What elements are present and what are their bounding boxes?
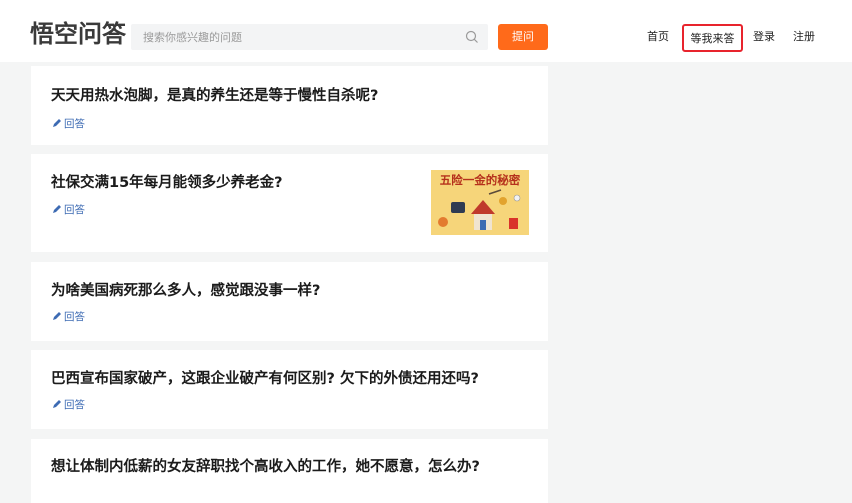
nav-wait-answer[interactable]: 等我来答 (682, 24, 743, 52)
answer-link[interactable]: 回答 (52, 310, 85, 324)
search-box[interactable] (131, 24, 488, 50)
pencil-icon (53, 205, 61, 213)
answer-label: 回答 (64, 311, 85, 323)
question-card: 天天用热水泡脚，是真的养生还是等于慢性自杀呢? 回答 (31, 66, 548, 145)
thumbnail-illustration (438, 189, 521, 230)
question-card: 为啥美国病死那么多人，感觉跟没事一样? 回答 (31, 262, 548, 341)
answer-link[interactable]: 回答 (52, 203, 85, 217)
pencil-icon (53, 400, 61, 408)
pencil-icon (53, 312, 61, 320)
answer-label: 回答 (64, 204, 85, 216)
question-title[interactable]: 天天用热水泡脚，是真的养生还是等于慢性自杀呢? (51, 86, 378, 106)
question-title[interactable]: 想让体制内低薪的女友辞职找个高收入的工作，她不愿意，怎么办? (51, 457, 480, 477)
question-thumbnail[interactable]: 五险一金的秘密 (431, 170, 529, 235)
answer-label: 回答 (64, 399, 85, 411)
question-title[interactable]: 巴西宣布国家破产，这跟企业破产有何区别? 欠下的外债还用还吗? (51, 369, 479, 389)
question-card: 社保交满15年每月能领多少养老金? 回答 五险一金的秘密 (31, 154, 548, 252)
search-icon[interactable] (464, 29, 480, 45)
answer-link[interactable]: 回答 (52, 398, 85, 412)
question-title[interactable]: 社保交满15年每月能领多少养老金? (51, 173, 283, 193)
pencil-icon (53, 119, 61, 127)
answer-link[interactable]: 回答 (52, 117, 85, 131)
nav-login[interactable]: 登录 (753, 28, 775, 46)
nav-home[interactable]: 首页 (647, 28, 669, 46)
question-title[interactable]: 为啥美国病死那么多人，感觉跟没事一样? (51, 281, 320, 301)
search-input[interactable] (131, 24, 461, 50)
answer-label: 回答 (64, 118, 85, 130)
question-card: 想让体制内低薪的女友辞职找个高收入的工作，她不愿意，怎么办? (31, 439, 548, 503)
ask-question-button[interactable]: 提问 (498, 24, 548, 50)
top-header: 悟空问答 提问 首页 等我来答 登录 注册 (0, 0, 852, 62)
question-card: 巴西宣布国家破产，这跟企业破产有何区别? 欠下的外债还用还吗? 回答 (31, 350, 548, 429)
nav-register[interactable]: 注册 (793, 28, 815, 46)
site-logo[interactable]: 悟空问答 (30, 20, 126, 48)
